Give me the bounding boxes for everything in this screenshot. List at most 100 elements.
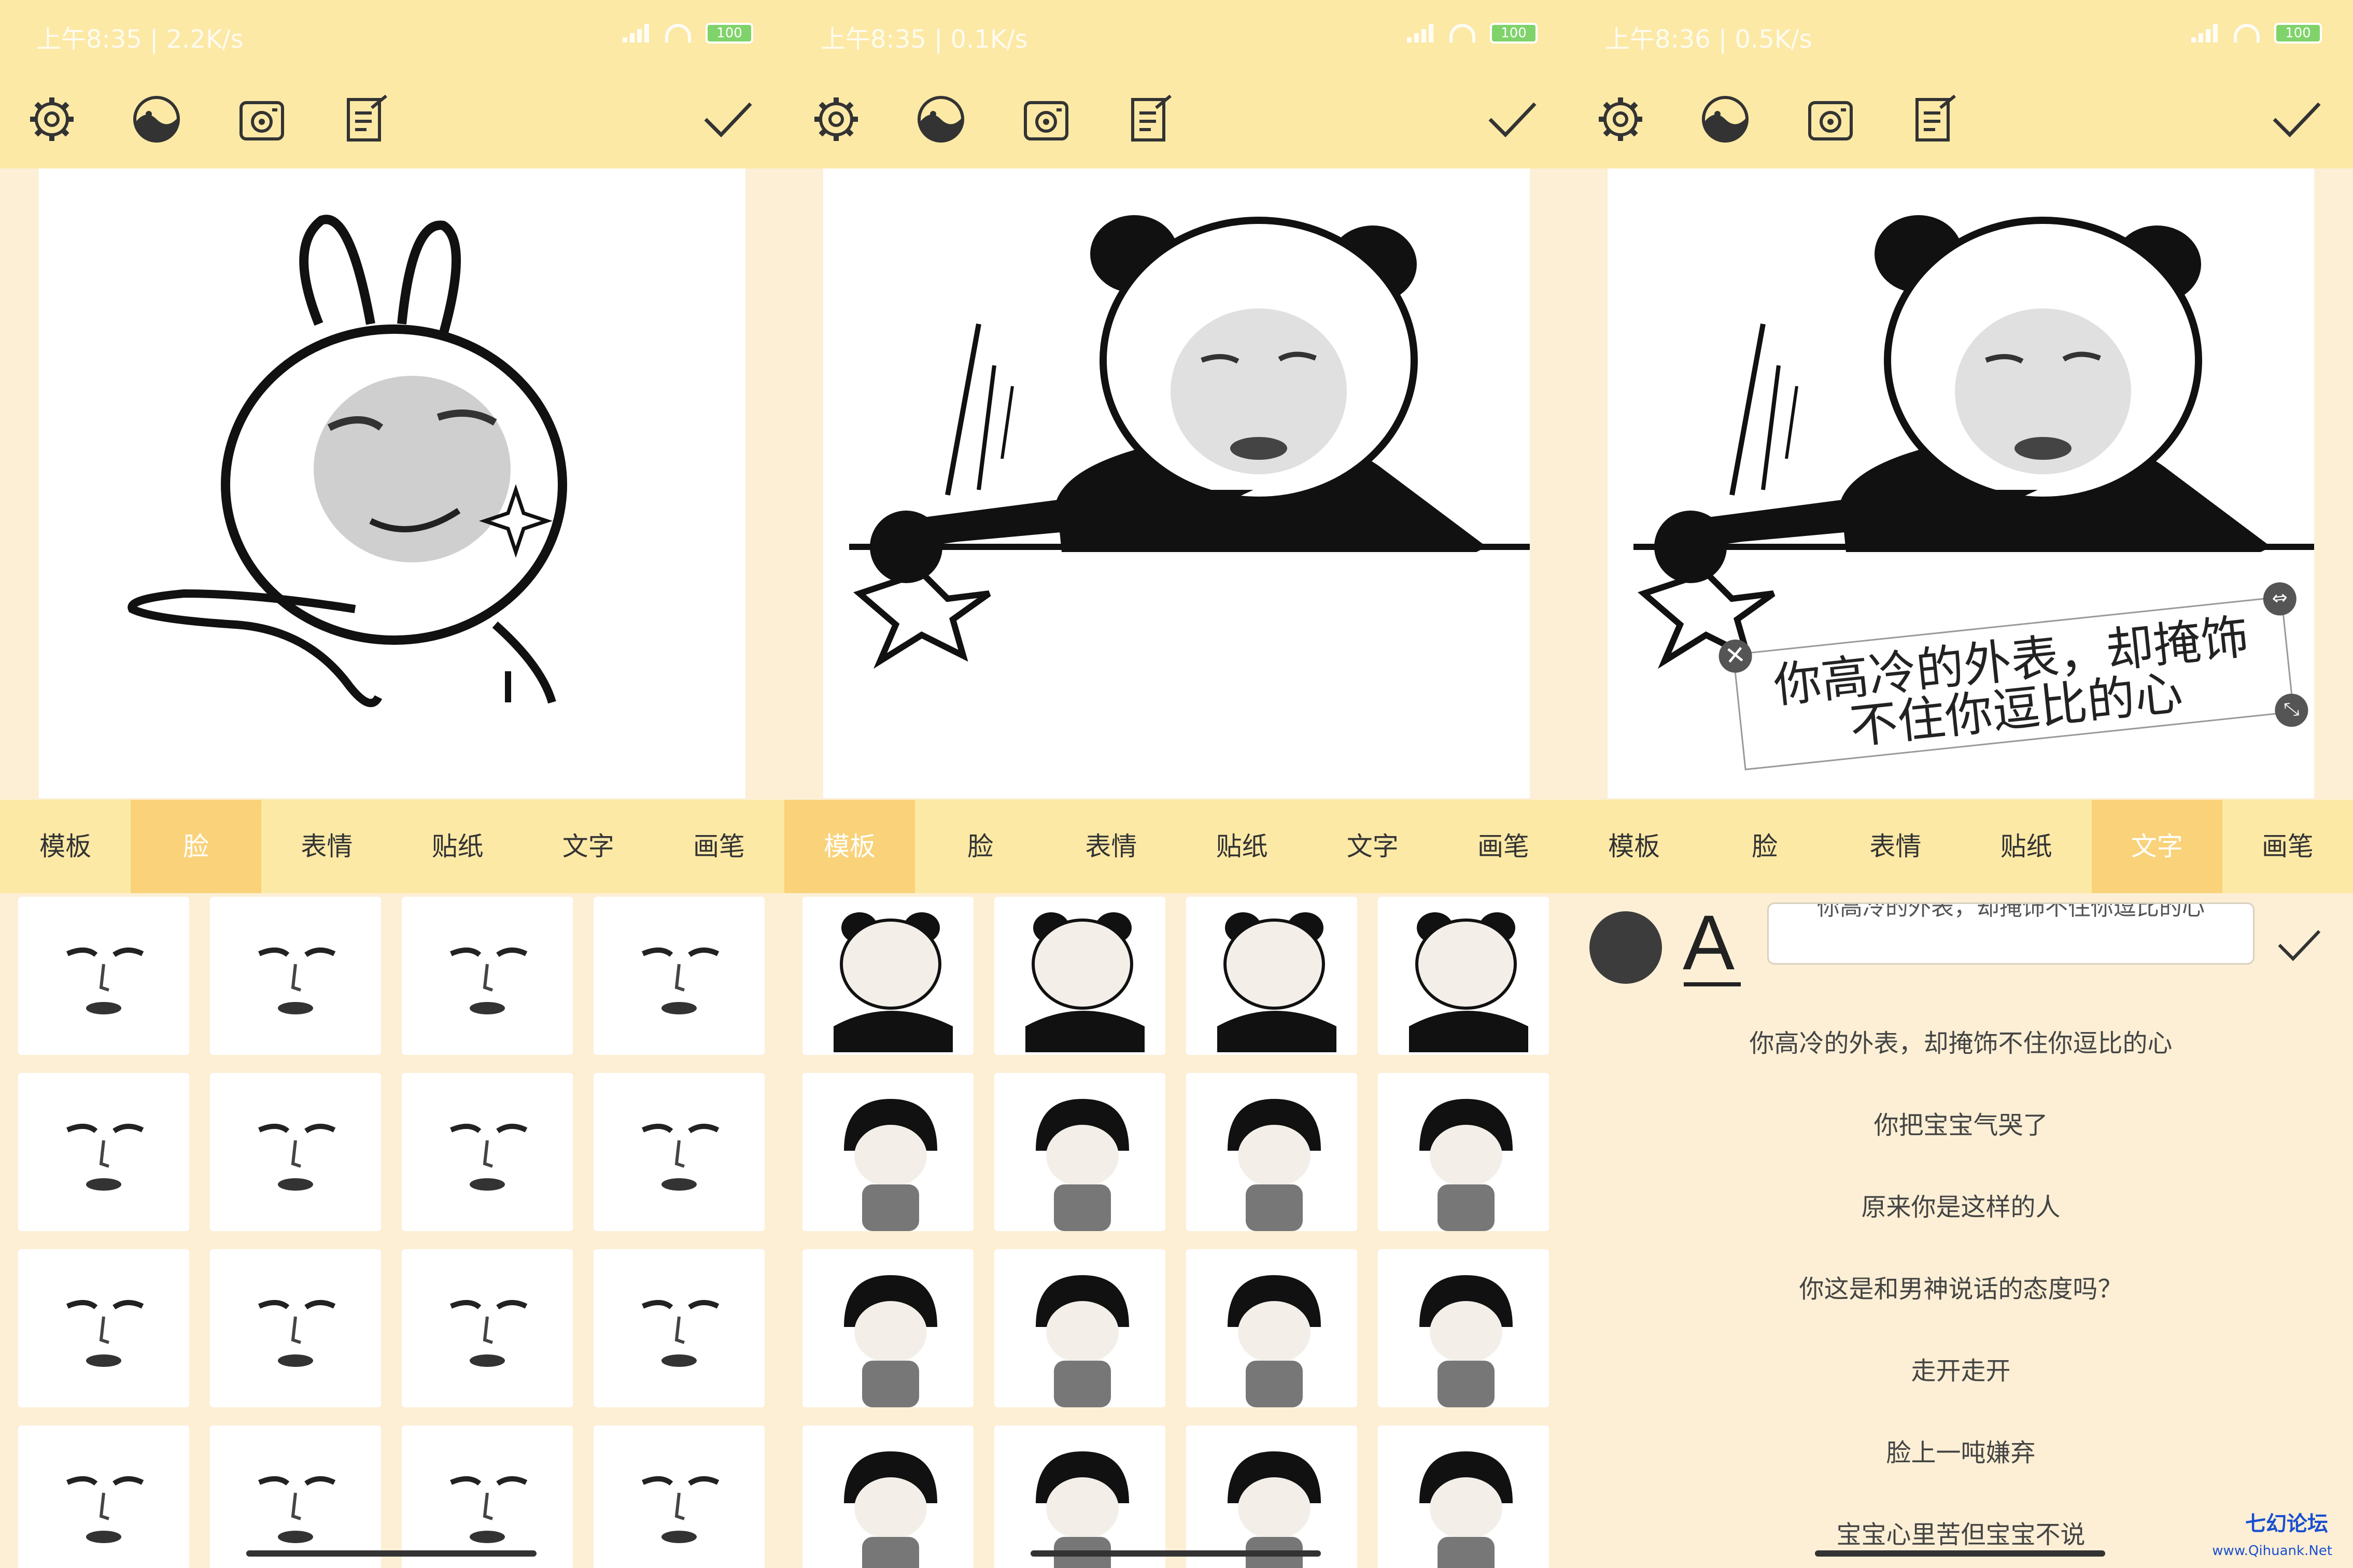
yin-yang-icon[interactable] <box>1699 93 1751 145</box>
face-thumbnail[interactable] <box>594 1073 765 1231</box>
battery-icon: 100 <box>2274 23 2322 44</box>
wifi-icon <box>2234 24 2260 43</box>
template-thumbnail[interactable] <box>1186 1249 1357 1407</box>
template-thumbnail[interactable] <box>1378 897 1549 1055</box>
preset-caption[interactable]: 脸上一吨嫌弃 <box>1569 1432 2353 1468</box>
face-thumbnail[interactable] <box>18 1073 189 1231</box>
check-icon[interactable] <box>1486 96 1538 143</box>
camera-icon[interactable] <box>236 93 288 145</box>
home-indicator[interactable] <box>1815 1550 2105 1557</box>
face-thumbnail[interactable] <box>210 1073 381 1231</box>
yin-yang-icon[interactable] <box>915 93 967 145</box>
tab-face[interactable]: 脸 <box>1699 800 1830 893</box>
tab-brush[interactable]: 画笔 <box>1438 800 1569 893</box>
tab-expression[interactable]: 表情 <box>1046 800 1176 893</box>
template-thumbnail[interactable] <box>994 1249 1165 1407</box>
tab-face[interactable]: 脸 <box>915 800 1046 893</box>
template-thumbnail[interactable] <box>1186 1425 1357 1568</box>
face-thumbnail[interactable] <box>402 897 573 1055</box>
gear-icon[interactable] <box>810 93 862 145</box>
preset-caption[interactable]: 你把宝宝气哭了 <box>1569 1105 2353 1141</box>
wifi-icon <box>1449 24 1475 43</box>
face-image <box>66 1124 144 1191</box>
status-time: 上午8:35 <box>36 25 142 54</box>
template-image <box>1025 912 1145 1052</box>
face-thumbnail[interactable] <box>18 1249 189 1407</box>
preset-caption[interactable]: 原来你是这样的人 <box>1569 1186 2353 1223</box>
meme-canvas[interactable] <box>823 168 1530 798</box>
template-thumbnail[interactable] <box>1186 1073 1357 1231</box>
tab-brush[interactable]: 画笔 <box>654 800 784 893</box>
preset-caption[interactable]: 走开走开 <box>1569 1350 2353 1387</box>
watermark-url: www.Qihuank.Net <box>2212 1543 2332 1559</box>
face-image <box>450 1300 528 1367</box>
tab-template[interactable]: 模板 <box>1569 800 1699 893</box>
template-thumbnail[interactable] <box>802 897 974 1055</box>
edit-note-icon[interactable] <box>341 93 392 145</box>
face-thumbnail[interactable] <box>594 897 765 1055</box>
tab-text[interactable]: 文字 <box>2091 800 2222 893</box>
preset-caption[interactable]: 你这是和男神说话的态度吗？ <box>1569 1268 2353 1305</box>
template-image <box>844 1099 937 1231</box>
face-thumbnail[interactable] <box>402 1073 573 1231</box>
text-color-picker[interactable] <box>1589 911 1662 984</box>
panda-meme-image <box>849 215 1530 669</box>
face-thumbnail[interactable] <box>594 1249 765 1407</box>
face-thumbnail[interactable] <box>18 897 189 1055</box>
edit-note-icon[interactable] <box>1909 93 1961 145</box>
gear-icon[interactable] <box>26 93 78 145</box>
tab-expression[interactable]: 表情 <box>261 800 392 893</box>
face-thumbnail[interactable] <box>210 897 381 1055</box>
meme-canvas[interactable] <box>39 168 745 798</box>
text-options-panel: A 你高冷的外表，却掩饰不住你逗比的心 你高冷的外表，却掩饰不住你逗比的心 你把… <box>1569 893 2353 1568</box>
tab-template[interactable]: 模板 <box>784 800 915 893</box>
tab-template[interactable]: 模板 <box>0 800 131 893</box>
template-image <box>1228 1275 1321 1407</box>
template-image <box>1228 1451 1321 1568</box>
gear-icon[interactable] <box>1595 93 1646 145</box>
check-icon[interactable] <box>2275 924 2322 966</box>
template-thumbnail[interactable] <box>802 1249 974 1407</box>
face-thumbnail[interactable] <box>18 1425 189 1568</box>
template-thumbnail[interactable] <box>1378 1249 1549 1407</box>
face-thumbnail[interactable] <box>402 1425 573 1568</box>
face-image <box>66 948 144 1014</box>
face-thumbnail[interactable] <box>210 1249 381 1407</box>
tab-text[interactable]: 文字 <box>1307 800 1438 893</box>
camera-icon[interactable] <box>1805 93 1856 145</box>
template-thumbnail[interactable] <box>802 1425 974 1568</box>
home-indicator[interactable] <box>1031 1550 1321 1557</box>
template-thumbnail[interactable] <box>1186 897 1357 1055</box>
check-icon[interactable] <box>2270 96 2322 143</box>
tab-expression[interactable]: 表情 <box>1830 800 1961 893</box>
font-button[interactable]: A <box>1683 903 1735 981</box>
template-thumbnail[interactable] <box>802 1073 974 1231</box>
tab-sticker[interactable]: 贴纸 <box>1177 800 1307 893</box>
edit-note-icon[interactable] <box>1125 93 1177 145</box>
tab-text[interactable]: 文字 <box>523 800 654 893</box>
template-thumbnail[interactable] <box>994 1073 1165 1231</box>
status-bar: 上午8:35 | 0.1K/s 100 <box>784 0 1569 67</box>
tab-brush[interactable]: 画笔 <box>2222 800 2353 893</box>
face-thumbnail[interactable] <box>402 1249 573 1407</box>
template-thumbnail[interactable] <box>994 897 1165 1055</box>
template-thumbnail[interactable] <box>994 1425 1165 1568</box>
caption-input-value: 你高冷的外表，却掩饰不住你逗比的心 <box>1817 902 2205 921</box>
template-thumbnail[interactable] <box>1378 1425 1549 1568</box>
home-indicator[interactable] <box>246 1550 537 1557</box>
yin-yang-icon[interactable] <box>131 93 182 145</box>
tab-face[interactable]: 脸 <box>131 800 262 893</box>
tab-sticker[interactable]: 贴纸 <box>392 800 523 893</box>
camera-icon[interactable] <box>1020 93 1072 145</box>
preset-caption[interactable]: 你高冷的外表，却掩饰不住你逗比的心 <box>1569 1023 2353 1059</box>
meme-canvas[interactable]: 你高冷的外表，却掩饰 不住你逗比的心 ✕ ⇔ ⤡ <box>1608 168 2314 798</box>
tab-sticker[interactable]: 贴纸 <box>1961 800 2092 893</box>
caption-text-input[interactable]: 你高冷的外表，却掩饰不住你逗比的心 <box>1767 902 2255 965</box>
wifi-icon <box>665 24 691 43</box>
face-thumbnail[interactable] <box>594 1425 765 1568</box>
face-image <box>642 948 720 1014</box>
face-thumbnail[interactable] <box>210 1425 381 1568</box>
battery-icon: 100 <box>706 23 753 44</box>
check-icon[interactable] <box>701 96 753 143</box>
template-thumbnail[interactable] <box>1378 1073 1549 1231</box>
